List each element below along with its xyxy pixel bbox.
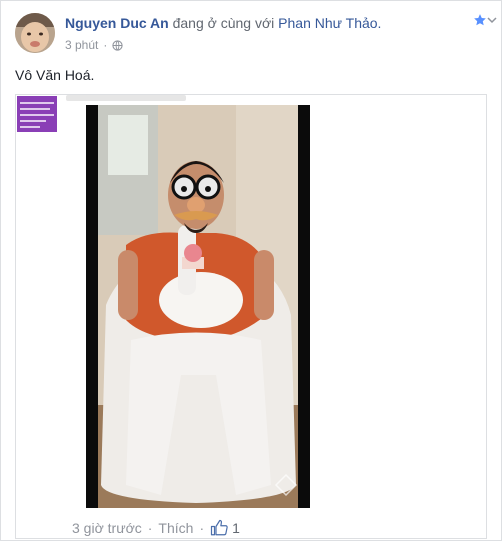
video-frame-image bbox=[86, 105, 310, 508]
video-player[interactable] bbox=[86, 105, 310, 508]
shared-item-footer: 3 giờ trước · Thích · 1 bbox=[72, 519, 240, 537]
like-count-value: 1 bbox=[232, 520, 240, 536]
post-meta: 3 phút · bbox=[65, 38, 124, 52]
star-icon[interactable] bbox=[473, 13, 487, 27]
author-name-link[interactable]: Nguyen Duc An bbox=[65, 15, 169, 31]
chevron-down-icon[interactable] bbox=[487, 15, 497, 25]
globe-icon[interactable] bbox=[112, 39, 124, 51]
blurred-caption bbox=[66, 95, 186, 101]
footer-separator: · bbox=[199, 520, 205, 536]
like-link[interactable]: Thích bbox=[158, 520, 193, 536]
like-count[interactable]: 1 bbox=[210, 519, 240, 537]
avatar-photo bbox=[15, 13, 55, 53]
author-avatar[interactable] bbox=[15, 13, 55, 53]
shared-timestamp[interactable]: 3 giờ trước bbox=[72, 520, 142, 536]
thumbnail-image bbox=[17, 96, 57, 132]
post-header: Nguyen Duc An đang ở cùng với Phan Như T… bbox=[65, 15, 381, 31]
shared-media-card: 3 giờ trước · Thích · 1 bbox=[15, 94, 487, 539]
meta-separator: · bbox=[103, 38, 108, 52]
tagged-person-link[interactable]: Phan Như Thảo. bbox=[278, 15, 381, 31]
post-timestamp[interactable]: 3 phút bbox=[65, 38, 98, 52]
footer-separator: · bbox=[147, 520, 153, 536]
feed-post: Nguyen Duc An đang ở cùng với Phan Như T… bbox=[0, 0, 502, 541]
thumbs-up-icon bbox=[211, 519, 228, 536]
with-label: đang ở cùng với bbox=[172, 15, 275, 31]
post-message: Vô Văn Hoá. bbox=[15, 67, 95, 83]
